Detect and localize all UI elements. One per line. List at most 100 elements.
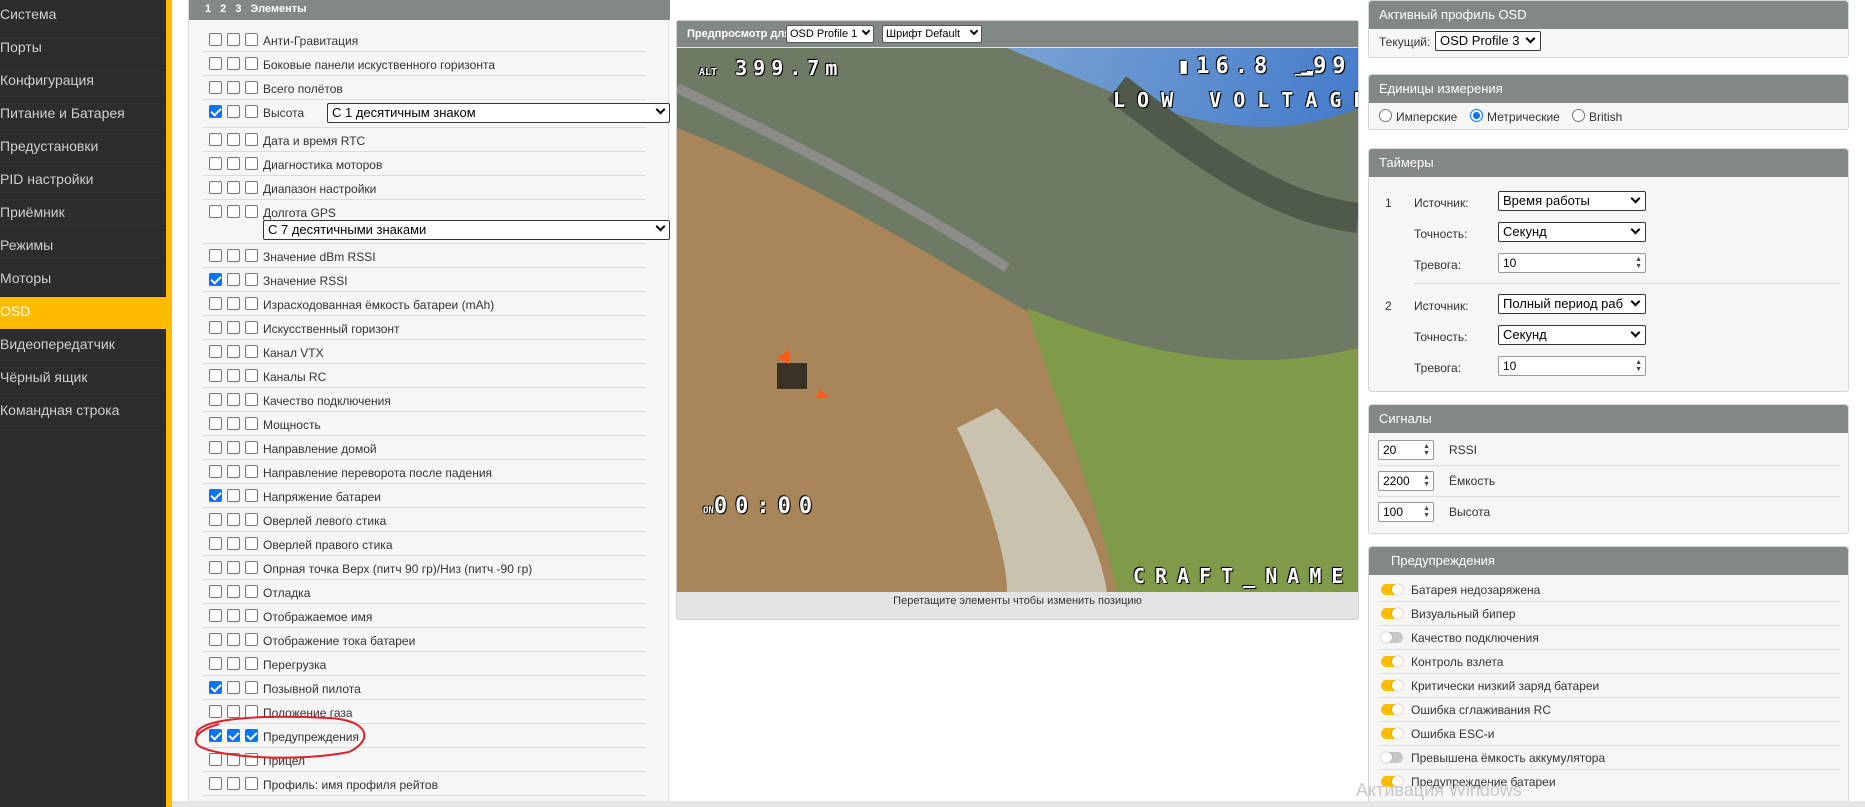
sidebar-item-cli[interactable]: Командная строка [0, 396, 166, 429]
warning-toggle[interactable] [1381, 608, 1403, 619]
element-profile-2-checkbox[interactable] [227, 489, 240, 502]
sidebar-item-power[interactable]: Питание и Батарея [0, 99, 166, 132]
osd-battery[interactable]: ▮16.8 [1177, 54, 1273, 79]
element-profile-3-checkbox[interactable] [245, 369, 258, 382]
sidebar-item-motors[interactable]: Моторы [0, 264, 166, 297]
element-profile-3-checkbox[interactable] [245, 633, 258, 646]
element-profile-1-checkbox[interactable] [209, 57, 222, 70]
element-variant-select[interactable]: С 1 десятичным знаком [327, 103, 670, 123]
element-profile-3-checkbox[interactable] [245, 777, 258, 790]
spinner-icon[interactable]: ▲ ▼ [1423, 505, 1430, 519]
element-profile-3-checkbox[interactable] [245, 205, 258, 218]
sidebar-item-pid[interactable]: PID настройки [0, 165, 166, 198]
element-profile-3-checkbox[interactable] [245, 609, 258, 622]
osd-timer[interactable]: ON00:00 [703, 494, 820, 519]
element-profile-1-checkbox[interactable] [209, 441, 222, 454]
element-profile-1-checkbox[interactable] [209, 777, 222, 790]
element-profile-2-checkbox[interactable] [227, 369, 240, 382]
element-profile-3-checkbox[interactable] [245, 133, 258, 146]
timer-1-alarm-input[interactable]: 10 ▲ ▼ [1498, 253, 1646, 273]
element-profile-1-checkbox[interactable] [209, 609, 222, 622]
element-profile-3-checkbox[interactable] [245, 441, 258, 454]
element-profile-2-checkbox[interactable] [227, 441, 240, 454]
element-profile-3-checkbox[interactable] [245, 561, 258, 574]
element-profile-1-checkbox[interactable] [209, 321, 222, 334]
element-profile-2-checkbox[interactable] [227, 537, 240, 550]
element-profile-3-checkbox[interactable] [245, 585, 258, 598]
osd-warning[interactable]: LOW VOLTAGE [1113, 88, 1358, 112]
element-profile-2-checkbox[interactable] [227, 633, 240, 646]
preview-profile-select[interactable]: OSD Profile 1 [786, 25, 874, 43]
warning-toggle[interactable] [1381, 632, 1403, 643]
element-profile-1-checkbox[interactable] [209, 297, 222, 310]
element-profile-2-checkbox[interactable] [227, 345, 240, 358]
alarm-altitude-input[interactable]: 100 ▲ ▼ [1378, 502, 1434, 522]
sidebar-item-receiver[interactable]: Приёмник [0, 198, 166, 231]
spinner-icon[interactable]: ▲ ▼ [1635, 256, 1642, 270]
warning-toggle[interactable] [1381, 704, 1403, 715]
element-profile-2-checkbox[interactable] [227, 297, 240, 310]
element-profile-3-checkbox[interactable] [245, 681, 258, 694]
spinner-icon[interactable]: ▲ ▼ [1423, 474, 1430, 488]
element-profile-1-checkbox[interactable] [209, 417, 222, 430]
element-profile-2-checkbox[interactable] [227, 133, 240, 146]
sidebar-item-presets[interactable]: Предустановки [0, 132, 166, 165]
current-profile-select[interactable]: OSD Profile 3 [1435, 31, 1541, 51]
element-variant-select[interactable]: С 7 десятичными знаками [263, 220, 670, 240]
element-profile-2-checkbox[interactable] [227, 417, 240, 430]
element-profile-1-checkbox[interactable] [209, 369, 222, 382]
element-profile-3-checkbox[interactable] [245, 273, 258, 286]
element-profile-1-checkbox[interactable] [209, 657, 222, 670]
element-profile-2-checkbox[interactable] [227, 657, 240, 670]
osd-altitude[interactable]: ALT 399.7m [699, 56, 843, 80]
warning-toggle[interactable] [1381, 656, 1403, 667]
element-profile-1-checkbox[interactable] [209, 681, 222, 694]
osd-craft-name[interactable]: CRAFT_NAME [1133, 564, 1353, 588]
element-profile-1-checkbox[interactable] [209, 513, 222, 526]
element-profile-3-checkbox[interactable] [245, 393, 258, 406]
element-profile-3-checkbox[interactable] [245, 657, 258, 670]
element-profile-1-checkbox[interactable] [209, 465, 222, 478]
element-profile-1-checkbox[interactable] [209, 273, 222, 286]
osd-rssi[interactable]: ▁▂▃99 [1295, 54, 1352, 79]
preview-font-select[interactable]: Шрифт Default [882, 25, 982, 43]
element-profile-2-checkbox[interactable] [227, 249, 240, 262]
element-profile-1-checkbox[interactable] [209, 181, 222, 194]
element-profile-3-checkbox[interactable] [245, 537, 258, 550]
timer-1-source-select[interactable]: Время работы [1498, 191, 1646, 211]
horizontal-scrollbar[interactable] [172, 801, 1865, 807]
element-profile-2-checkbox[interactable] [227, 181, 240, 194]
element-profile-2-checkbox[interactable] [227, 321, 240, 334]
sidebar-item-system[interactable]: Система [0, 0, 166, 33]
element-profile-3-checkbox[interactable] [245, 105, 258, 118]
element-profile-3-checkbox[interactable] [245, 81, 258, 94]
warning-toggle[interactable] [1381, 680, 1403, 691]
sidebar-item-vtx[interactable]: Видеопередатчик [0, 330, 166, 363]
element-profile-2-checkbox[interactable] [227, 609, 240, 622]
element-profile-3-checkbox[interactable] [245, 321, 258, 334]
element-profile-2-checkbox[interactable] [227, 561, 240, 574]
element-profile-1-checkbox[interactable] [209, 585, 222, 598]
element-profile-2-checkbox[interactable] [227, 585, 240, 598]
element-profile-1-checkbox[interactable] [209, 561, 222, 574]
element-profile-3-checkbox[interactable] [245, 33, 258, 46]
warning-toggle[interactable] [1381, 728, 1403, 739]
element-profile-3-checkbox[interactable] [245, 157, 258, 170]
element-profile-3-checkbox[interactable] [245, 297, 258, 310]
element-profile-2-checkbox[interactable] [227, 157, 240, 170]
element-profile-3-checkbox[interactable] [245, 417, 258, 430]
element-profile-1-checkbox[interactable] [209, 489, 222, 502]
warning-toggle[interactable] [1381, 752, 1403, 763]
alarm-capacity-input[interactable]: 2200 ▲ ▼ [1378, 471, 1434, 491]
element-profile-1-checkbox[interactable] [209, 205, 222, 218]
element-profile-2-checkbox[interactable] [227, 57, 240, 70]
timer-2-precision-select[interactable]: Секунд [1498, 325, 1646, 345]
sidebar-item-modes[interactable]: Режимы [0, 231, 166, 264]
timer-2-source-select[interactable]: Полный период раб [1498, 294, 1646, 314]
element-profile-1-checkbox[interactable] [209, 33, 222, 46]
element-profile-1-checkbox[interactable] [209, 537, 222, 550]
element-profile-2-checkbox[interactable] [227, 393, 240, 406]
element-profile-3-checkbox[interactable] [245, 181, 258, 194]
element-profile-2-checkbox[interactable] [227, 777, 240, 790]
spinner-icon[interactable]: ▲ ▼ [1635, 359, 1642, 373]
